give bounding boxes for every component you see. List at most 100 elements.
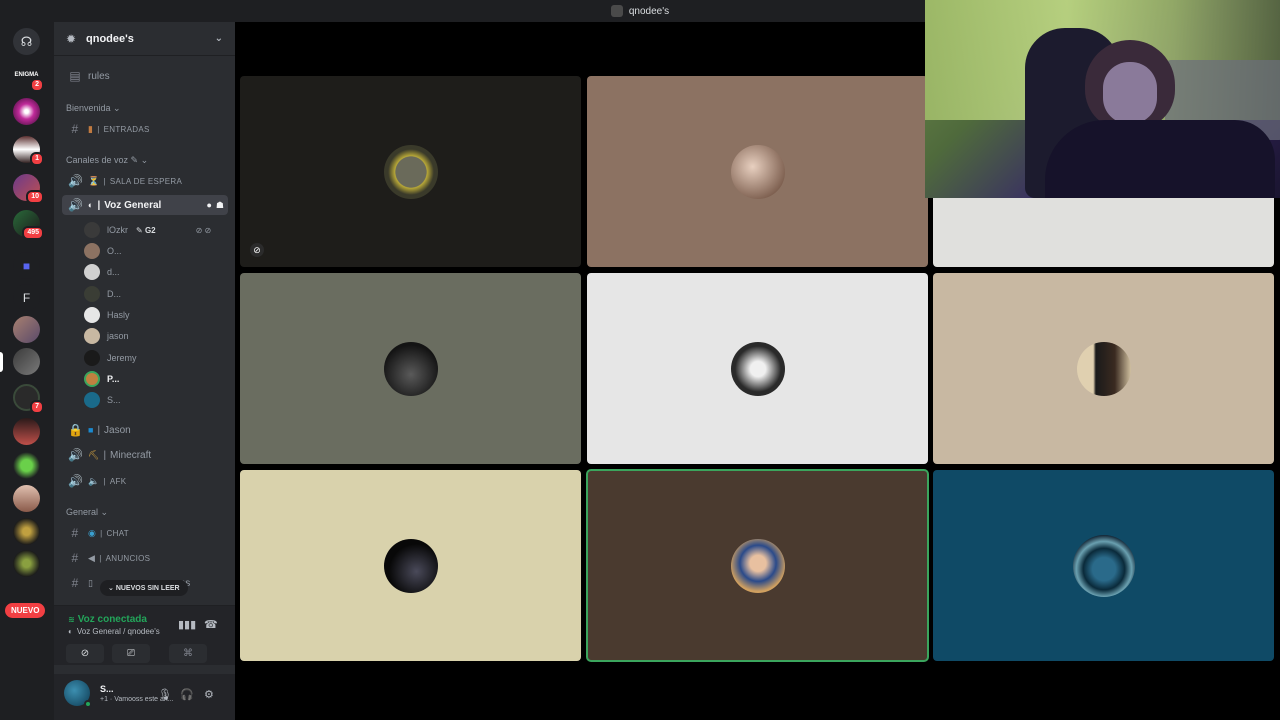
channel-afk[interactable]: 🔊 🔈 | AFK (62, 471, 228, 491)
channel-minecraft[interactable]: 🔊 ⛏ | Minecraft (62, 445, 228, 465)
participant-tile-speaking[interactable] (586, 469, 929, 662)
rules-icon: ▤ (69, 69, 81, 83)
shell-emoji-icon: ◐ (68, 627, 73, 636)
server-folder-group[interactable]: 10 (13, 174, 44, 204)
mention-badge: 10 (26, 190, 44, 204)
channel-label: ENTRADAS (103, 124, 150, 134)
voice-user[interactable]: lOzkr ✎ G2 ⊘ ⊘ (84, 221, 211, 239)
participant-avatar (383, 538, 438, 593)
camera-off-button[interactable]: ⊘ (66, 644, 104, 663)
category-general[interactable]: General ⌄ (66, 507, 108, 518)
pickaxe-icon: ⛏ (88, 449, 100, 460)
gamepad-icon: ⌘ (183, 648, 193, 659)
megaphone-icon: ◀ (88, 552, 96, 563)
voice-status: ≋ Voz conectada (68, 614, 147, 625)
server-icon-face[interactable]: 1 (13, 136, 44, 166)
noise-suppression-icon[interactable]: ▮▮▮ (178, 618, 196, 631)
disconnect-icon[interactable]: ☎ (204, 618, 218, 631)
server-enigma[interactable]: ENIGMA 2 (13, 68, 44, 92)
avatar (84, 371, 100, 387)
new-unread-pill[interactable]: ⌄ NUEVOS SIN LEER (100, 580, 188, 596)
new-servers-pill[interactable]: NUEVO (5, 603, 46, 618)
user-name: S... (100, 684, 114, 694)
participant-tile[interactable] (240, 470, 581, 661)
participant-tile[interactable]: ⊘ (240, 76, 581, 267)
voice-user[interactable]: D... (84, 285, 121, 303)
category-canales-de-voz[interactable]: Canales de voz ✎ ⌄ (66, 155, 148, 166)
chevron-down-icon: ⌄ (214, 33, 223, 44)
server-icon-pink-hair[interactable] (13, 485, 40, 512)
door-emoji-icon: ▮ (88, 123, 94, 134)
voice-user[interactable]: S... (84, 391, 121, 409)
server-icon-active[interactable] (13, 348, 40, 375)
participant-avatar (383, 341, 438, 396)
guild-header[interactable]: ✹ qnodee's ⌄ (54, 22, 235, 56)
participant-avatar (1076, 341, 1131, 396)
channel-voz-general[interactable]: 🔊 ◐ | Voz General ● ☗ (62, 195, 228, 215)
participant-tile[interactable] (933, 470, 1274, 661)
avatar (84, 222, 100, 238)
activities-button[interactable]: ⌘ (169, 644, 207, 663)
mention-badge: 1 (30, 152, 44, 166)
server-icon-glasses[interactable] (13, 418, 40, 445)
channel-chat[interactable]: # ◉ | CHAT (62, 523, 228, 543)
voice-user[interactable]: Jeremy (84, 349, 137, 367)
server-folder-icon[interactable]: ■ (13, 252, 40, 279)
community-icon: ✹ (66, 31, 77, 46)
avatar (84, 350, 100, 366)
chat-bubble-icon[interactable]: ● (206, 200, 211, 210)
speaker-icon: 🔊 (68, 198, 83, 212)
server-icon-people[interactable] (13, 316, 40, 343)
voice-user[interactable]: d... (84, 263, 120, 281)
microphone-icon[interactable]: 🎙 (158, 688, 172, 701)
speaker-icon: 🔊 (68, 174, 84, 188)
channel-sala-de-espera[interactable]: 🔊 ⏳ | SALA DE ESPERA (62, 171, 228, 191)
server-icon-crest[interactable] (13, 550, 40, 577)
server-icon-emblem[interactable] (13, 518, 40, 545)
channel-entradas[interactable]: # ▮ | ENTRADAS (62, 119, 228, 139)
voice-user[interactable]: P... (84, 370, 119, 388)
voice-user[interactable]: O... (84, 242, 122, 260)
muted-icon: ⊘ ⊘ (195, 225, 212, 235)
speaker-icon: 🔊 (68, 448, 83, 462)
voice-location[interactable]: ◐ Voz General / qnodee's (68, 627, 160, 636)
speaker-icon: 🔊 (68, 474, 84, 488)
hash-icon: # (71, 526, 79, 540)
voice-user[interactable]: Hasly (84, 306, 130, 324)
category-bienvenida[interactable]: Bienvenida ⌄ (66, 103, 121, 114)
avatar (84, 307, 100, 323)
participant-avatar (383, 144, 438, 199)
gear-icon[interactable]: ⚙ (204, 688, 214, 701)
participant-tile[interactable] (240, 273, 581, 464)
server-icon-yoshi[interactable] (13, 452, 40, 479)
online-status-icon (84, 700, 92, 708)
invite-icon[interactable]: ☗ (216, 200, 224, 211)
participant-tile[interactable] (587, 273, 928, 464)
shell-emoji-icon: ◐ (88, 200, 94, 210)
participant-tile[interactable] (933, 273, 1274, 464)
camera-off-icon: ⊘ (80, 648, 90, 659)
channel-sidebar: ✹ qnodee's ⌄ ▤ rules Bienvenida ⌄ # ▮ | … (54, 22, 235, 720)
window-title: qnodee's (628, 5, 670, 17)
discord-logo-icon: ☊ (13, 28, 40, 55)
server-folder-fifa[interactable]: 495 (13, 210, 44, 240)
participant-avatar (730, 144, 785, 199)
channel-rules[interactable]: ▤ rules (62, 66, 228, 86)
participant-avatar (730, 341, 785, 396)
avatar (84, 392, 100, 408)
channel-label: AFK (109, 476, 127, 486)
channel-jason[interactable]: 🔒 ■ | Jason (62, 420, 228, 440)
server-icon-dark[interactable]: 7 (13, 384, 44, 414)
headphones-icon[interactable]: 🎧 (180, 688, 194, 701)
discord-home-button[interactable]: ☊ (13, 28, 40, 55)
server-f[interactable]: F (13, 284, 40, 311)
channel-label: Voz General (104, 199, 162, 211)
channel-label: SALA DE ESPERA (109, 176, 183, 186)
participant-tile[interactable] (587, 76, 928, 267)
server-icon-pink[interactable] (13, 98, 40, 125)
channel-label: rules (88, 70, 110, 82)
channel-anuncios[interactable]: # ◀ | ANUNCIOS (62, 548, 228, 568)
hash-icon: # (71, 551, 79, 565)
screen-share-button[interactable]: ⎚ (112, 644, 150, 663)
voice-user[interactable]: jason (84, 327, 129, 345)
